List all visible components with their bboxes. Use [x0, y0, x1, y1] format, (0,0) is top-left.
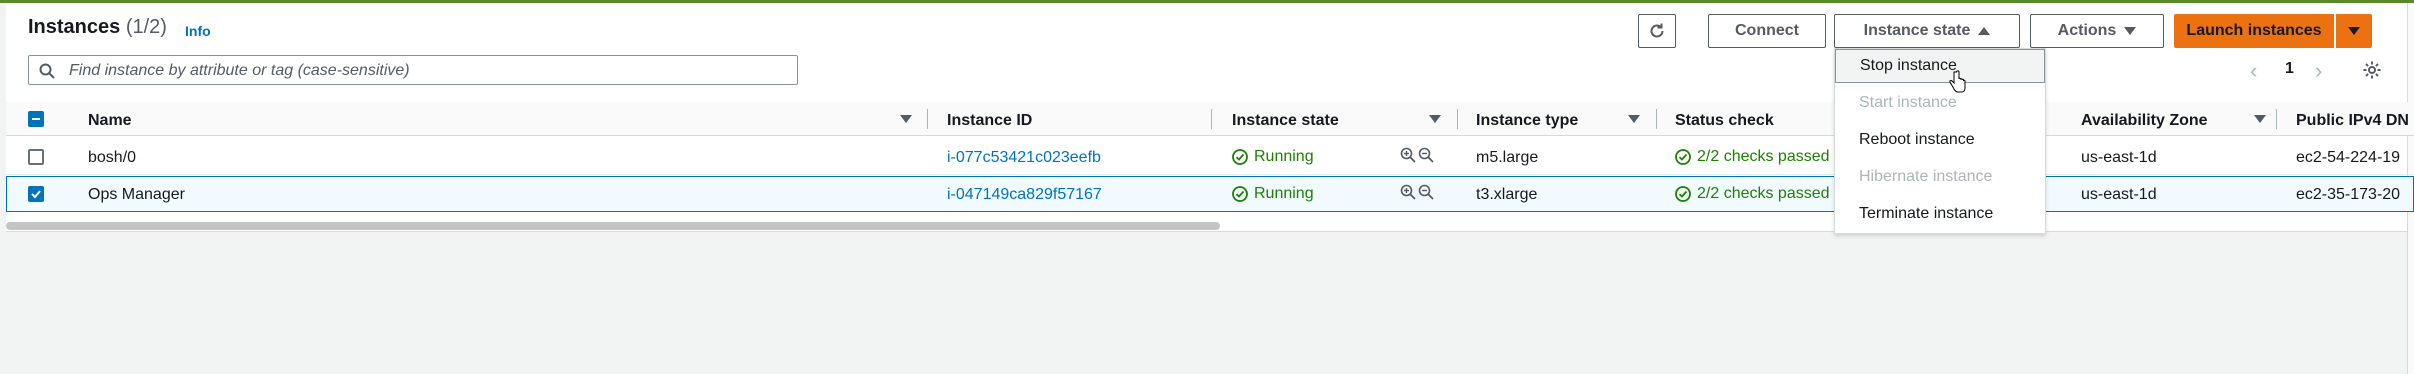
caret-down-icon: [2348, 27, 2360, 35]
instance-state-label: Instance state: [1863, 22, 1971, 39]
availability-zone: us-east-1d: [2081, 186, 2157, 203]
filter-caret-icon[interactable]: [2254, 115, 2266, 123]
menu-item-terminate-instance[interactable]: Terminate instance: [1835, 197, 2045, 231]
menu-item-stop-instance[interactable]: Stop instance: [1835, 49, 2045, 83]
filter-caret-icon[interactable]: [1628, 115, 1640, 123]
status-check-cell: 2/2 checks passed: [1675, 148, 1830, 166]
refresh-icon: [1650, 23, 1664, 38]
search-input[interactable]: [67, 60, 771, 82]
launch-instances-button[interactable]: Launch instances: [2174, 14, 2334, 48]
page-title-text: Instances: [28, 16, 121, 38]
horizontal-scrollbar[interactable]: [6, 222, 1220, 230]
checkmark-icon: [31, 190, 41, 199]
actions-button[interactable]: Actions: [2030, 14, 2164, 48]
instance-id-link[interactable]: i-047149ca829f57167: [947, 186, 1102, 204]
column-divider[interactable]: [2276, 109, 2277, 129]
row-checkbox[interactable]: [28, 149, 44, 165]
zoom-controls: [1400, 184, 1434, 200]
instance-type: t3.xlarge: [1476, 186, 1538, 203]
zoom-controls: [1400, 147, 1434, 163]
column-divider[interactable]: [1457, 109, 1458, 129]
page-title: Instances (1/2): [28, 16, 167, 39]
page-number[interactable]: 1: [2285, 60, 2294, 78]
column-divider[interactable]: [1656, 109, 1657, 129]
menu-item-start-instance: Start instance: [1859, 94, 1957, 111]
column-header-availability-zone[interactable]: Availability Zone: [2081, 112, 2208, 130]
launch-dropdown-button[interactable]: [2336, 14, 2372, 48]
caret-up-icon: [1978, 27, 1991, 35]
instance-state-text: Running: [1254, 148, 1314, 165]
column-header-status-check[interactable]: Status check: [1675, 112, 1774, 130]
zoom-in-icon[interactable]: [1400, 147, 1416, 163]
check-circle-icon: [1232, 149, 1248, 165]
search-icon: [39, 63, 55, 79]
filter-caret-icon[interactable]: [900, 115, 912, 123]
check-circle-icon: [1675, 149, 1691, 165]
column-header-instance-type[interactable]: Instance type: [1476, 112, 1578, 130]
check-circle-icon: [1675, 186, 1691, 202]
zoom-out-icon[interactable]: [1418, 184, 1434, 200]
zoom-out-icon[interactable]: [1418, 147, 1434, 163]
hand-cursor-icon: [1949, 70, 1966, 93]
public-dns: ec2-54-224-19: [2296, 149, 2401, 166]
status-check-text[interactable]: 2/2 checks passed: [1697, 148, 1830, 166]
instance-state-button[interactable]: Instance state: [1834, 14, 2020, 48]
column-divider[interactable]: [1211, 109, 1212, 129]
actions-label: Actions: [2057, 22, 2117, 39]
public-dns: ec2-35-173-20: [2296, 186, 2401, 203]
instance-id-link[interactable]: i-077c53421c023eefb: [947, 149, 1101, 167]
filter-caret-icon[interactable]: [1429, 115, 1441, 123]
connect-button[interactable]: Connect: [1708, 14, 1826, 48]
info-link[interactable]: Info: [185, 23, 211, 39]
column-header-public-ipv4[interactable]: Public IPv4 DN: [2296, 112, 2409, 130]
status-check-text[interactable]: 2/2 checks passed: [1697, 185, 1830, 203]
instance-type: m5.large: [1476, 149, 1539, 166]
table-header: Name Instance ID Instance state Instance…: [6, 102, 2414, 136]
refresh-button[interactable]: [1638, 14, 1676, 48]
menu-item-hibernate-instance: Hibernate instance: [1859, 168, 1993, 185]
selection-count: (1/2): [125, 16, 167, 38]
instance-name: Ops Manager: [88, 186, 185, 203]
table-row[interactable]: Ops Manager i-047149ca829f57167 Running …: [6, 176, 2414, 212]
next-page-icon[interactable]: ›: [2315, 58, 2322, 84]
select-all-checkbox[interactable]: [28, 111, 44, 127]
instance-state-cell: Running: [1232, 185, 1314, 203]
caret-down-icon: [2124, 27, 2137, 35]
instance-name: bosh/0: [88, 149, 137, 166]
zoom-in-icon[interactable]: [1400, 184, 1416, 200]
column-header-instance-id[interactable]: Instance ID: [947, 112, 1032, 130]
instance-state-cell: Running: [1232, 148, 1314, 166]
menu-item-reboot-instance[interactable]: Reboot instance: [1835, 123, 2045, 157]
availability-zone: us-east-1d: [2081, 149, 2157, 166]
row-checkbox[interactable]: [28, 186, 44, 202]
search-box[interactable]: [28, 55, 798, 85]
column-divider[interactable]: [927, 109, 928, 129]
status-check-cell: 2/2 checks passed: [1675, 185, 1830, 203]
column-header-instance-state[interactable]: Instance state: [1232, 112, 1339, 130]
column-header-name[interactable]: Name: [88, 112, 132, 130]
instance-state-menu: Stop instance Start instance Reboot inst…: [1834, 48, 2046, 234]
settings-gear-icon[interactable]: [2362, 60, 2382, 80]
check-circle-icon: [1232, 186, 1248, 202]
instance-state-text: Running: [1254, 185, 1314, 202]
table-row[interactable]: bosh/0 i-077c53421c023eefb Running m5.la…: [6, 139, 2414, 175]
previous-page-icon[interactable]: ‹: [2250, 58, 2257, 84]
